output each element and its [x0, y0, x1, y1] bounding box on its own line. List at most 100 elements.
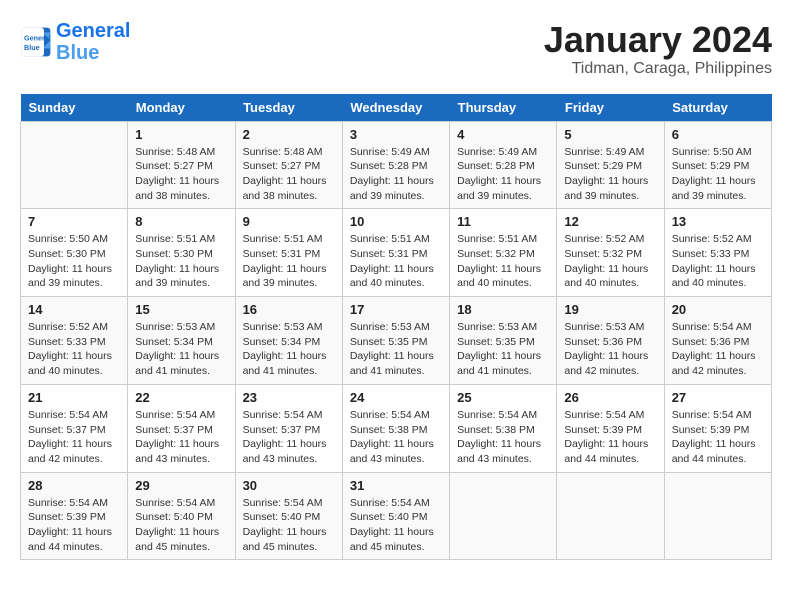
- day-info: Sunrise: 5:54 AMSunset: 5:36 PMDaylight:…: [672, 320, 764, 379]
- day-info: Sunrise: 5:54 AMSunset: 5:37 PMDaylight:…: [135, 408, 227, 467]
- calendar-cell: 16Sunrise: 5:53 AMSunset: 5:34 PMDayligh…: [235, 297, 342, 385]
- calendar-cell: 9Sunrise: 5:51 AMSunset: 5:31 PMDaylight…: [235, 209, 342, 297]
- day-number: 21: [28, 390, 120, 405]
- title-block: January 2024 Tidman, Caraga, Philippines: [544, 20, 772, 78]
- day-info: Sunrise: 5:53 AMSunset: 5:35 PMDaylight:…: [457, 320, 549, 379]
- day-info: Sunrise: 5:50 AMSunset: 5:29 PMDaylight:…: [672, 145, 764, 204]
- day-info: Sunrise: 5:54 AMSunset: 5:37 PMDaylight:…: [28, 408, 120, 467]
- svg-text:Blue: Blue: [24, 43, 40, 52]
- calendar-cell: 2 Sunrise: 5:48 AMSunset: 5:27 PMDaylight…: [235, 121, 342, 209]
- calendar-week-row: 28Sunrise: 5:54 AMSunset: 5:39 PMDayligh…: [21, 472, 772, 560]
- day-number: 28: [28, 478, 120, 493]
- day-number: 3: [350, 127, 442, 142]
- day-number: 13: [672, 214, 764, 229]
- day-info: Sunrise: 5:49 AMSunset: 5:28 PMDaylight:…: [457, 145, 549, 204]
- calendar-cell: 31 Sunrise: 5:54 AMSunset: 5:40 PMDayligh…: [342, 472, 449, 560]
- header-row: SundayMondayTuesdayWednesdayThursdayFrid…: [21, 94, 772, 122]
- day-number: 24: [350, 390, 442, 405]
- calendar-week-row: 14 Sunrise: 5:52 AMSunset: 5:33 PMDayligh…: [21, 297, 772, 385]
- day-number: 19: [564, 302, 656, 317]
- day-number: 18: [457, 302, 549, 317]
- logo: General Blue GeneralBlue: [20, 20, 130, 64]
- day-number: 6: [672, 127, 764, 142]
- day-info: Sunrise: 5:48 AMSunset: 5:27 PMDaylight:…: [135, 145, 227, 204]
- calendar-cell: 29Sunrise: 5:54 AMSunset: 5:40 PMDayligh…: [128, 472, 235, 560]
- day-of-week-header: Tuesday: [235, 94, 342, 122]
- day-info: Sunrise: 5:48 AMSunset: 5:27 PMDaylight:…: [243, 145, 335, 204]
- day-info: Sunrise: 5:51 AMSunset: 5:31 PMDaylight:…: [243, 232, 335, 291]
- day-info: Sunrise: 5:52 AMSunset: 5:33 PMDaylight:…: [28, 320, 120, 379]
- calendar-cell: 28Sunrise: 5:54 AMSunset: 5:39 PMDayligh…: [21, 472, 128, 560]
- calendar-week-row: 7Sunrise: 5:50 AMSunset: 5:30 PMDaylight…: [21, 209, 772, 297]
- day-info: Sunrise: 5:52 AMSunset: 5:32 PMDaylight:…: [564, 232, 656, 291]
- day-info: Sunrise: 5:53 AMSunset: 5:34 PMDaylight:…: [135, 320, 227, 379]
- calendar-cell: 13 Sunrise: 5:52 AMSunset: 5:33 PMDayligh…: [664, 209, 771, 297]
- day-number: 23: [243, 390, 335, 405]
- calendar-table: SundayMondayTuesdayWednesdayThursdayFrid…: [20, 94, 772, 561]
- day-info: Sunrise: 5:52 AMSunset: 5:33 PMDaylight:…: [672, 232, 764, 291]
- day-info: Sunrise: 5:51 AMSunset: 5:30 PMDaylight:…: [135, 232, 227, 291]
- day-info: Sunrise: 5:54 AMSunset: 5:39 PMDaylight:…: [564, 408, 656, 467]
- calendar-cell: 6 Sunrise: 5:50 AMSunset: 5:29 PMDaylight…: [664, 121, 771, 209]
- day-number: 25: [457, 390, 549, 405]
- calendar-cell: [450, 472, 557, 560]
- day-number: 8: [135, 214, 227, 229]
- day-info: Sunrise: 5:54 AMSunset: 5:37 PMDaylight:…: [243, 408, 335, 467]
- calendar-cell: 19Sunrise: 5:53 AMSunset: 5:36 PMDayligh…: [557, 297, 664, 385]
- calendar-cell: [21, 121, 128, 209]
- day-number: 1: [135, 127, 227, 142]
- page-header: General Blue GeneralBlue January 2024 Ti…: [20, 20, 772, 78]
- day-number: 5: [564, 127, 656, 142]
- day-of-week-header: Friday: [557, 94, 664, 122]
- day-number: 29: [135, 478, 227, 493]
- calendar-cell: 20 Sunrise: 5:54 AMSunset: 5:36 PMDayligh…: [664, 297, 771, 385]
- day-info: Sunrise: 5:49 AMSunset: 5:29 PMDaylight:…: [564, 145, 656, 204]
- day-of-week-header: Saturday: [664, 94, 771, 122]
- day-number: 26: [564, 390, 656, 405]
- day-number: 15: [135, 302, 227, 317]
- calendar-cell: 23 Sunrise: 5:54 AMSunset: 5:37 PMDayligh…: [235, 384, 342, 472]
- day-number: 12: [564, 214, 656, 229]
- calendar-cell: [664, 472, 771, 560]
- day-of-week-header: Wednesday: [342, 94, 449, 122]
- day-of-week-header: Monday: [128, 94, 235, 122]
- day-info: Sunrise: 5:51 AMSunset: 5:31 PMDaylight:…: [350, 232, 442, 291]
- logo-text: GeneralBlue: [56, 20, 130, 64]
- day-number: 20: [672, 302, 764, 317]
- calendar-cell: 17 Sunrise: 5:53 AMSunset: 5:35 PMDayligh…: [342, 297, 449, 385]
- day-info: Sunrise: 5:54 AMSunset: 5:38 PMDaylight:…: [457, 408, 549, 467]
- calendar-cell: 5 Sunrise: 5:49 AMSunset: 5:29 PMDaylight…: [557, 121, 664, 209]
- day-number: 17: [350, 302, 442, 317]
- calendar-cell: 4Sunrise: 5:49 AMSunset: 5:28 PMDaylight…: [450, 121, 557, 209]
- calendar-cell: 24 Sunrise: 5:54 AMSunset: 5:38 PMDayligh…: [342, 384, 449, 472]
- calendar-cell: 21 Sunrise: 5:54 AMSunset: 5:37 PMDayligh…: [21, 384, 128, 472]
- calendar-week-row: 21 Sunrise: 5:54 AMSunset: 5:37 PMDayligh…: [21, 384, 772, 472]
- calendar-cell: 14 Sunrise: 5:52 AMSunset: 5:33 PMDayligh…: [21, 297, 128, 385]
- day-info: Sunrise: 5:54 AMSunset: 5:39 PMDaylight:…: [672, 408, 764, 467]
- day-info: Sunrise: 5:51 AMSunset: 5:32 PMDaylight:…: [457, 232, 549, 291]
- calendar-cell: 8 Sunrise: 5:51 AMSunset: 5:30 PMDaylight…: [128, 209, 235, 297]
- calendar-cell: 1 Sunrise: 5:48 AMSunset: 5:27 PMDaylight…: [128, 121, 235, 209]
- day-number: 14: [28, 302, 120, 317]
- calendar-subtitle: Tidman, Caraga, Philippines: [544, 60, 772, 78]
- day-number: 27: [672, 390, 764, 405]
- calendar-cell: 7Sunrise: 5:50 AMSunset: 5:30 PMDaylight…: [21, 209, 128, 297]
- calendar-cell: 26 Sunrise: 5:54 AMSunset: 5:39 PMDayligh…: [557, 384, 664, 472]
- day-info: Sunrise: 5:49 AMSunset: 5:28 PMDaylight:…: [350, 145, 442, 204]
- calendar-cell: 30Sunrise: 5:54 AMSunset: 5:40 PMDayligh…: [235, 472, 342, 560]
- day-info: Sunrise: 5:53 AMSunset: 5:34 PMDaylight:…: [243, 320, 335, 379]
- calendar-week-row: 1 Sunrise: 5:48 AMSunset: 5:27 PMDaylight…: [21, 121, 772, 209]
- calendar-cell: [557, 472, 664, 560]
- svg-text:General: General: [24, 33, 51, 42]
- day-of-week-header: Sunday: [21, 94, 128, 122]
- calendar-cell: 11Sunrise: 5:51 AMSunset: 5:32 PMDayligh…: [450, 209, 557, 297]
- day-info: Sunrise: 5:54 AMSunset: 5:38 PMDaylight:…: [350, 408, 442, 467]
- day-info: Sunrise: 5:53 AMSunset: 5:35 PMDaylight:…: [350, 320, 442, 379]
- calendar-cell: 18 Sunrise: 5:53 AMSunset: 5:35 PMDayligh…: [450, 297, 557, 385]
- calendar-title: January 2024: [544, 20, 772, 60]
- calendar-cell: 27 Sunrise: 5:54 AMSunset: 5:39 PMDayligh…: [664, 384, 771, 472]
- day-info: Sunrise: 5:54 AMSunset: 5:40 PMDaylight:…: [350, 496, 442, 555]
- day-info: Sunrise: 5:54 AMSunset: 5:40 PMDaylight:…: [243, 496, 335, 555]
- day-number: 31: [350, 478, 442, 493]
- day-number: 2: [243, 127, 335, 142]
